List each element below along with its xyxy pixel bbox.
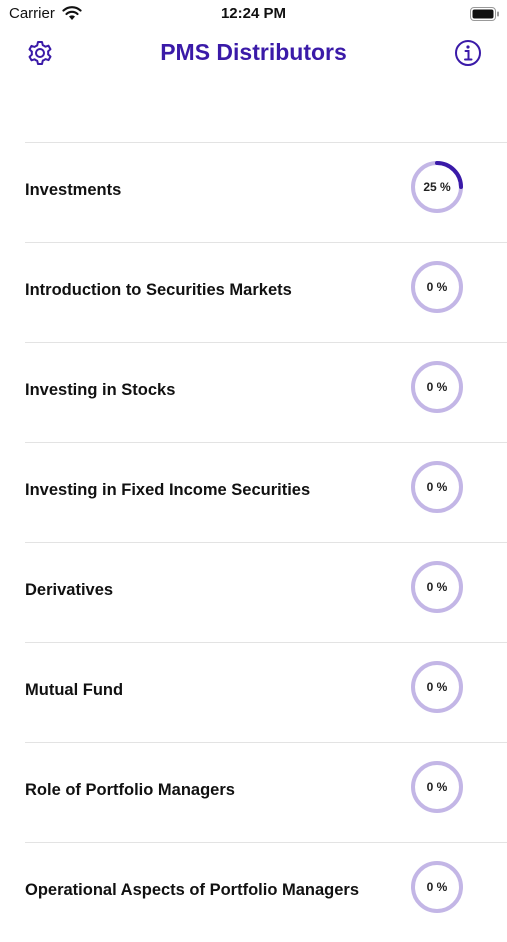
progress-ring: 0 % bbox=[410, 760, 464, 814]
topic-label: Investments bbox=[25, 181, 122, 199]
topic-row[interactable]: Investments 25 % bbox=[25, 142, 507, 242]
topic-row[interactable]: Investing in Fixed Income Securities 0 % bbox=[25, 442, 507, 542]
battery-icon bbox=[470, 7, 499, 21]
topic-list: Investments 25 % Introduction to Securit… bbox=[0, 142, 507, 942]
topic-row[interactable]: Introduction to Securities Markets 0 % bbox=[25, 242, 507, 342]
progress-percent: 0 % bbox=[426, 780, 448, 794]
status-time: 12:24 PM bbox=[220, 5, 287, 22]
progress-percent: 0 % bbox=[426, 680, 448, 694]
topic-row[interactable]: Investing in Stocks 0 % bbox=[25, 342, 507, 442]
topic-row[interactable]: Operational Aspects of Portfolio Manager… bbox=[25, 842, 507, 942]
topic-label: Investing in Stocks bbox=[25, 381, 176, 399]
topic-label: Mutual Fund bbox=[25, 681, 124, 699]
progress-ring: 25 % bbox=[410, 160, 464, 214]
topic-row[interactable]: Role of Portfolio Managers 0 % bbox=[25, 742, 507, 842]
topic-label: Derivatives bbox=[25, 581, 114, 599]
topic-label: Introduction to Securities Markets bbox=[25, 281, 292, 299]
info-button[interactable] bbox=[450, 36, 486, 72]
navigation-bar: PMS Distributors bbox=[0, 30, 507, 76]
topic-row[interactable]: Derivatives 0 % bbox=[25, 542, 507, 642]
status-bar: Carrier 12:24 PM bbox=[0, 0, 507, 28]
progress-ring: 0 % bbox=[410, 260, 464, 314]
info-icon bbox=[455, 40, 481, 66]
progress-percent: 0 % bbox=[426, 480, 448, 494]
progress-percent: 25 % bbox=[423, 180, 451, 194]
progress-percent: 0 % bbox=[426, 380, 448, 394]
topic-label: Role of Portfolio Managers bbox=[25, 781, 235, 799]
progress-ring: 0 % bbox=[410, 560, 464, 614]
progress-percent: 0 % bbox=[426, 580, 448, 594]
page-title: PMS Distributors bbox=[160, 39, 347, 65]
topic-row[interactable]: Mutual Fund 0 % bbox=[25, 642, 507, 742]
progress-ring: 0 % bbox=[410, 660, 464, 714]
progress-ring: 0 % bbox=[410, 360, 464, 414]
progress-ring: 0 % bbox=[410, 860, 464, 914]
progress-percent: 0 % bbox=[426, 880, 448, 894]
progress-ring: 0 % bbox=[410, 460, 464, 514]
topic-label: Operational Aspects of Portfolio Manager… bbox=[25, 881, 360, 899]
progress-percent: 0 % bbox=[426, 280, 448, 294]
topic-label: Investing in Fixed Income Securities bbox=[25, 481, 311, 499]
